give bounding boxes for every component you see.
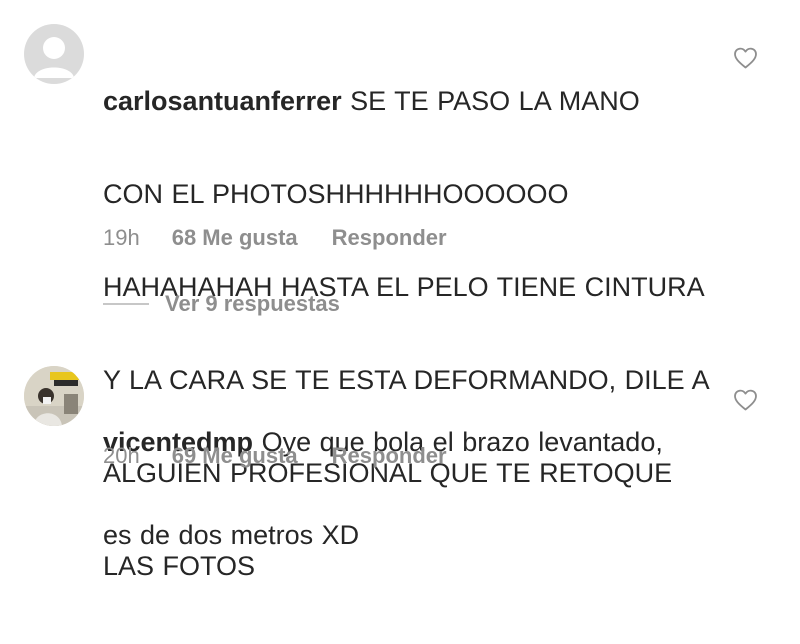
comment-text-line: es de dos metros XD <box>103 520 360 550</box>
comment-text-line: CON EL PHOTOSHHHHHHOOOOOO <box>103 179 569 209</box>
comment-text-line: SE TE PASO LA MANO <box>350 86 640 116</box>
reply-button[interactable]: Responder <box>332 443 447 469</box>
heart-outline-icon[interactable] <box>733 389 758 411</box>
comment-timestamp: 20h <box>103 443 140 468</box>
comment-likes-count[interactable]: 68 Me gusta <box>172 225 298 251</box>
comment-meta: 20h 69 Me gusta Responder <box>103 443 447 469</box>
view-replies-label: Ver 9 respuestas <box>165 291 340 316</box>
comment-body: vicentedmp Oye que bola el brazo levanta… <box>103 365 663 613</box>
comment-username[interactable]: carlosantuanferrer <box>103 86 342 116</box>
default-user-avatar-icon[interactable] <box>24 24 84 84</box>
user-avatar[interactable] <box>24 366 84 426</box>
reply-button[interactable]: Responder <box>332 225 447 251</box>
heart-outline-icon[interactable] <box>733 47 758 69</box>
comment-likes-count[interactable]: 69 Me gusta <box>172 443 298 469</box>
comment-meta: 19h 68 Me gusta Responder <box>103 225 447 251</box>
view-replies-button[interactable]: Ver 9 respuestas <box>103 291 340 317</box>
replies-divider-line <box>103 303 149 305</box>
comment-timestamp: 19h <box>103 225 140 250</box>
